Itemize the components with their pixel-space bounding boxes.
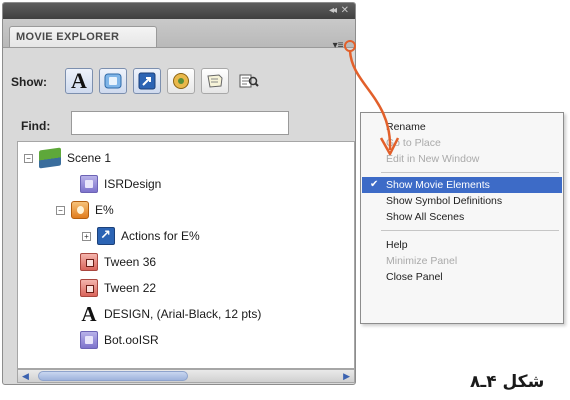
menu-item-minimize-panel: Minimize Panel: [386, 255, 458, 267]
tree-item-tween-36[interactable]: Tween 36: [80, 250, 156, 274]
tree-item-label: Bot.ooISR: [104, 333, 159, 347]
frames-layers-icon: [207, 74, 223, 88]
scene-icon: [39, 147, 61, 169]
tab-row: MOVIE EXPLORER ▾≡: [3, 19, 355, 51]
tree-item-tween-22[interactable]: Tween 22: [80, 276, 156, 300]
movieclip-icon: [71, 201, 89, 219]
menu-item-label: Show Movie Elements: [386, 179, 490, 191]
tab-movie-explorer[interactable]: MOVIE EXPLORER: [9, 26, 157, 47]
find-input[interactable]: [71, 111, 289, 135]
horizontal-scrollbar[interactable]: ◀ ▶: [17, 369, 355, 383]
symbol-icon: [80, 331, 98, 349]
menu-separator: [381, 172, 559, 173]
text-icon: A: [71, 68, 87, 93]
show-label: Show:: [11, 75, 47, 89]
tree-item-label: Scene 1: [67, 151, 112, 165]
symbol-icon: [80, 175, 98, 193]
tree-item-font[interactable]: A DESIGN, (Arial-Black, 12 pts): [80, 302, 261, 326]
tree-item-label: ISRDesign: [104, 177, 162, 191]
show-frames-layers-button[interactable]: [201, 68, 229, 94]
movie-explorer-panel: ◂◂ ✕ MOVIE EXPLORER ▾≡ Show: A Find: − S…: [2, 2, 356, 385]
tween-icon: [80, 279, 98, 297]
show-video-sound-bitmap-button[interactable]: [167, 68, 195, 94]
customize-categories-icon: [239, 74, 259, 88]
menu-item-help[interactable]: Help: [362, 237, 562, 253]
tree-item-label: E%: [95, 203, 114, 217]
tree-item-isrdesign[interactable]: ISRDesign: [80, 172, 161, 196]
expand-toggle-icon[interactable]: +: [82, 231, 91, 241]
customize-categories-button[interactable]: [235, 68, 263, 94]
show-buttons-movieclips-graphics-button[interactable]: [99, 68, 127, 94]
tree-item-label: Tween 22: [104, 281, 157, 295]
show-filter-row: Show: A: [3, 65, 355, 99]
tree-item-scene-1[interactable]: − Scene 1: [24, 146, 111, 170]
collapse-toggle-icon[interactable]: −: [56, 205, 65, 215]
actions-icon: [97, 227, 115, 245]
check-icon: ✔: [370, 179, 379, 190]
tween-icon: [80, 253, 98, 271]
movie-tree: − Scene 1 ISRDesign − E% + Actions for E…: [17, 141, 355, 369]
menu-item-show-all-scenes[interactable]: Show All Scenes: [362, 209, 562, 225]
scroll-right-icon[interactable]: ▶: [343, 370, 350, 382]
collapse-toggle-icon[interactable]: −: [24, 153, 33, 163]
figure-caption: شکل ۴ـ۸: [470, 372, 545, 392]
tree-item-actions[interactable]: + Actions for E%: [82, 224, 200, 248]
tree-item-label: Actions for E%: [121, 229, 200, 243]
menu-item-edit-in-new-window: Edit in New Window: [386, 153, 480, 165]
menu-item-show-symbol-definitions[interactable]: Show Symbol Definitions: [362, 193, 562, 209]
find-label: Find:: [21, 119, 51, 133]
actionscript-icon: [138, 72, 156, 90]
tree-item-movieclip[interactable]: − E%: [56, 198, 114, 222]
scroll-left-icon[interactable]: ◀: [22, 370, 29, 382]
panel-options-menu: Rename Go to Place Edit in New Window ✔ …: [360, 112, 564, 324]
show-actionscript-button[interactable]: [133, 68, 161, 94]
menu-separator: [381, 230, 559, 231]
video-sound-bitmap-icon: [173, 73, 189, 89]
panel-menu-icon[interactable]: ▾≡: [329, 40, 347, 52]
close-icon[interactable]: ✕: [341, 5, 349, 16]
tree-item-bot[interactable]: Bot.ooISR: [80, 328, 159, 352]
menu-item-rename[interactable]: Rename: [362, 119, 562, 135]
show-text-button[interactable]: A: [65, 68, 93, 94]
collapse-icon[interactable]: ◂◂: [329, 5, 337, 16]
panel-titlebar[interactable]: ◂◂ ✕: [3, 3, 355, 19]
tree-item-label: Tween 36: [104, 255, 157, 269]
menu-item-go-to-place: Go to Place: [386, 137, 441, 149]
menu-item-close-panel[interactable]: Close Panel: [362, 269, 562, 285]
tree-item-label: DESIGN, (Arial-Black, 12 pts): [104, 307, 262, 321]
buttons-movieclips-graphics-icon: [104, 73, 122, 89]
menu-item-show-movie-elements[interactable]: ✔ Show Movie Elements: [362, 177, 562, 193]
scrollbar-thumb[interactable]: [38, 371, 188, 381]
font-icon: A: [81, 302, 97, 326]
